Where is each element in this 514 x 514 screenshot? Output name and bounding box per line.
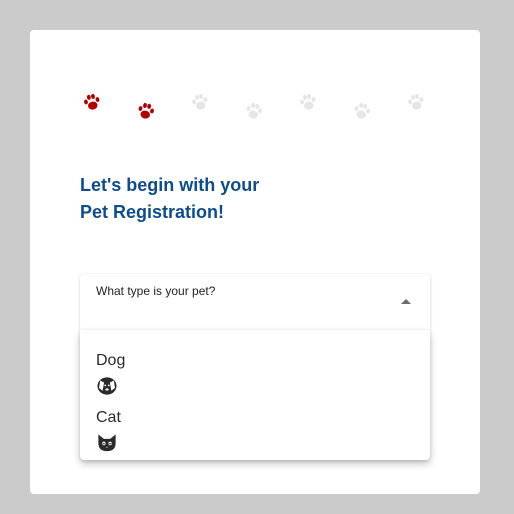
paw-step-7-icon: [403, 89, 429, 115]
pet-type-options-menu: Dog Cat: [80, 330, 430, 460]
paw-step-2-icon: [133, 98, 159, 124]
pet-type-select[interactable]: What type is your pet?: [80, 274, 430, 330]
page-title: Let's begin with your Pet Registration!: [80, 172, 380, 226]
paw-step-1-icon: [79, 89, 105, 115]
option-cat[interactable]: Cat: [80, 395, 430, 453]
paw-step-5-icon: [295, 89, 321, 115]
page-title-line-1: Let's begin with your: [80, 175, 260, 195]
cat-icon: [96, 433, 118, 453]
paw-step-3-icon: [187, 89, 213, 115]
option-cat-label: Cat: [96, 409, 121, 426]
option-dog[interactable]: Dog: [80, 338, 430, 396]
option-dog-label: Dog: [96, 352, 126, 369]
paw-step-6-icon: [349, 98, 375, 124]
dog-icon: [96, 376, 118, 396]
paw-step-4-icon: [241, 98, 267, 124]
caret-up-icon[interactable]: [401, 299, 411, 304]
registration-card: Let's begin with your Pet Registration! …: [30, 30, 480, 494]
pet-type-select-label: What type is your pet?: [96, 284, 216, 298]
page-title-line-2: Pet Registration!: [80, 202, 225, 222]
